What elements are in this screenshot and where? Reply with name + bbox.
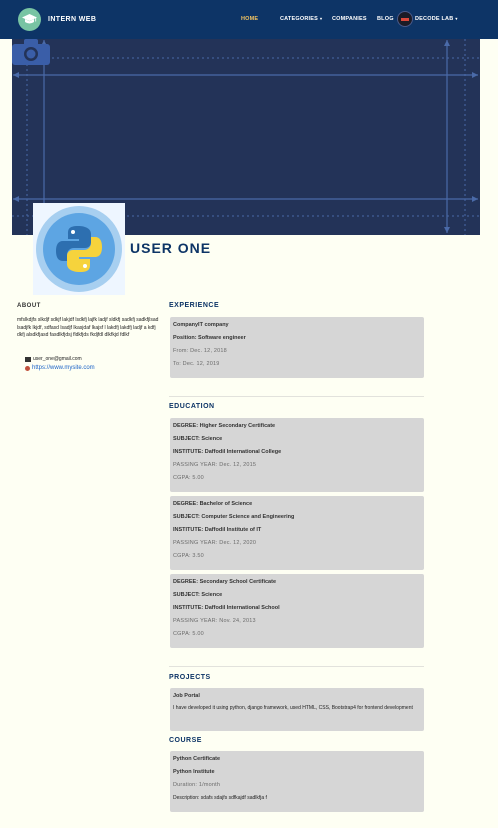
experience-from: From: Dec. 12, 2018 — [173, 348, 227, 354]
chevron-down-icon: ▾ — [455, 16, 458, 21]
education-degree: DEGREE: Bachelor of Science — [173, 501, 253, 507]
decode-lab-logo-icon — [397, 11, 413, 27]
divider — [169, 666, 424, 667]
chevron-down-icon: ▾ — [319, 16, 323, 21]
nav-companies[interactable]: COMPANIES — [332, 16, 367, 22]
education-institute: INSTITUTE: Daffodil International School — [173, 605, 280, 611]
education-passing-year: PASSING YEAR: Dec. 12, 2020 — [173, 540, 257, 546]
course-heading: COURSE — [169, 737, 202, 744]
education-card: DEGREE: Bachelor of Science SUBJECT: Com… — [170, 496, 424, 570]
education-cgpa: CGPA: 5.00 — [173, 475, 204, 481]
nav-categories[interactable]: CATEGORIES ▾ — [280, 16, 322, 22]
course-title: Python Certificate — [173, 756, 221, 762]
education-cgpa: CGPA: 5.00 — [173, 631, 204, 637]
education-passing-year: PASSING YEAR: Nov. 24, 2013 — [173, 618, 256, 624]
nav-categories-label: CATEGORIES — [280, 16, 318, 22]
profile-name: USER ONE — [130, 240, 212, 256]
avatar-ring — [36, 206, 122, 292]
divider — [169, 396, 424, 397]
email-row: user_one@gmail.com — [25, 356, 82, 362]
nav-decode-lab[interactable]: DECODE LAB ▾ — [415, 16, 458, 22]
nav-decode-lab-label: DECODE LAB — [415, 16, 454, 22]
education-subject: SUBJECT: Science — [173, 436, 223, 442]
experience-to: To: Dec. 12, 2019 — [173, 361, 220, 367]
education-institute: INSTITUTE: Daffodil Institute of IT — [173, 527, 262, 533]
experience-card: CompanyIT company Position: Software eng… — [170, 317, 424, 378]
nav-blog[interactable]: BLOG — [377, 16, 394, 22]
website-link[interactable]: https://www.mysite.com — [32, 365, 95, 371]
education-institute: INSTITUTE: Daffodil International Colleg… — [173, 449, 282, 455]
course-duration: Duration: 1/month — [173, 782, 221, 788]
education-subject: SUBJECT: Science — [173, 592, 223, 598]
education-cgpa: CGPA: 3.50 — [173, 553, 204, 559]
avatar[interactable] — [33, 203, 125, 295]
envelope-icon — [25, 356, 31, 362]
camera-icon[interactable] — [12, 39, 50, 65]
education-heading: EDUCATION — [169, 403, 215, 410]
education-card: DEGREE: Secondary School Certificate SUB… — [170, 574, 424, 648]
project-title: Job Portal — [173, 693, 200, 699]
education-degree: DEGREE: Higher Secondary Certificate — [173, 423, 276, 429]
course-description: Description: sdafs sdajfs sdfkajdf sadlk… — [173, 795, 267, 801]
project-description: I have developed it using python, django… — [173, 705, 413, 711]
globe-icon — [25, 365, 30, 371]
education-passing-year: PASSING YEAR: Dec. 12, 2015 — [173, 462, 257, 468]
experience-company: CompanyIT company — [173, 322, 229, 328]
project-card: Job Portal I have developed it using pyt… — [170, 688, 424, 731]
avatar-inner — [43, 213, 115, 285]
experience-position: Position: Software engineer — [173, 335, 246, 341]
education-subject: SUBJECT: Computer Science and Engineerin… — [173, 514, 295, 520]
email-text: user_one@gmail.com — [33, 356, 82, 362]
education-card: DEGREE: Higher Secondary Certificate SUB… — [170, 418, 424, 492]
course-institute: Python Institute — [173, 769, 215, 775]
website-row: https://www.mysite.com — [25, 365, 95, 371]
education-degree: DEGREE: Secondary School Certificate — [173, 579, 276, 585]
projects-heading: PROJECTS — [169, 674, 211, 681]
nav-links: HOME CATEGORIES ▾ COMPANIES BLOG DECODE L… — [0, 0, 498, 39]
course-card: Python Certificate Python Institute Dura… — [170, 751, 424, 812]
python-logo-icon — [56, 226, 102, 272]
about-text: mfslkdjfs slkdjf sdkjf lakjdf lsdkfj laj… — [17, 317, 159, 339]
about-heading: ABOUT — [17, 303, 41, 309]
navbar: INTERN WEB HOME CATEGORIES ▾ COMPANIES BL… — [0, 0, 498, 39]
experience-heading: EXPERIENCE — [169, 302, 220, 309]
nav-home[interactable]: HOME — [241, 16, 258, 22]
